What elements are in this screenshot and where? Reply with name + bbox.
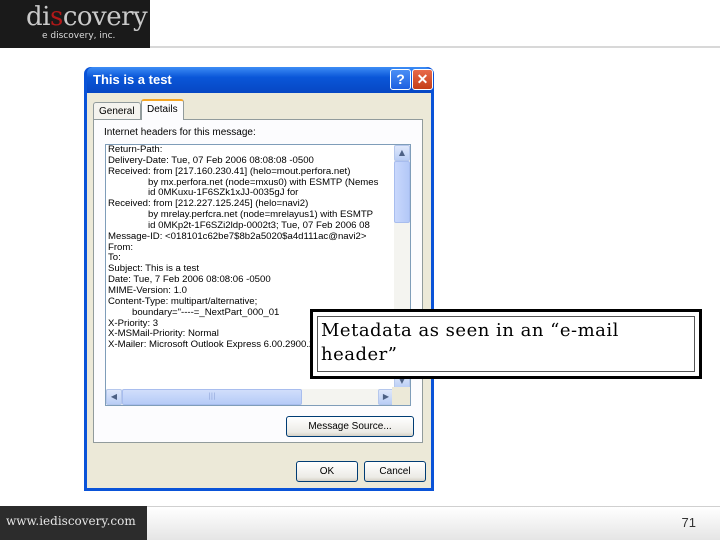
vertical-scroll-thumb[interactable] [394,161,410,223]
logo-wordmark: discovery [26,2,148,32]
scrollbar-corner [392,387,410,405]
header-line: From: [108,241,134,253]
logo-text-part: di [26,2,50,32]
footer-url: www.iediscovery.com [6,514,136,528]
logo-text-highlight: s [49,2,63,32]
tab-general[interactable]: General [93,102,141,119]
message-source-button[interactable]: Message Source... [286,416,414,437]
properties-dialog: This is a test ? ✕ General Details Inter… [84,67,434,491]
footer-url-box: www.iediscovery.com [0,506,147,540]
horizontal-scroll-thumb[interactable]: ||| [122,389,302,405]
details-panel: Internet headers for this message: Retur… [93,119,423,443]
caption-callout: Metadata as seen in an “e-mail header” [310,309,702,379]
ok-button[interactable]: OK [296,461,358,482]
logo-subtitle: e discovery, inc. [42,31,116,41]
dialog-title-bar[interactable]: This is a test ? ✕ [87,67,433,93]
header-divider [150,46,720,48]
dialog-title: This is a test [93,72,172,87]
headers-label: Internet headers for this message: [104,127,256,138]
tab-details[interactable]: Details [141,99,184,120]
close-icon[interactable]: ✕ [412,69,433,90]
footer-bar: 71 [147,506,720,540]
dialog-client-area: General Details Internet headers for thi… [87,93,431,488]
callout-text: Metadata as seen in an “e-mail header” [321,320,619,365]
header-line: Received: from [217.160.230.41] (helo=mo… [108,165,351,177]
page-number: 71 [681,515,696,530]
arrow-up-icon[interactable]: ▲ [394,145,410,161]
logo-text-part: covery [62,2,148,32]
help-icon[interactable]: ? [390,69,411,90]
header-line: Message-ID: <018101c62be7$8b2a5020$a4d11… [108,230,367,242]
cancel-button[interactable]: Cancel [364,461,426,482]
horizontal-scrollbar[interactable]: ◀ ||| ▶ [106,389,394,405]
company-logo: discovery e discovery, inc. [0,0,150,48]
arrow-left-icon[interactable]: ◀ [106,389,122,405]
